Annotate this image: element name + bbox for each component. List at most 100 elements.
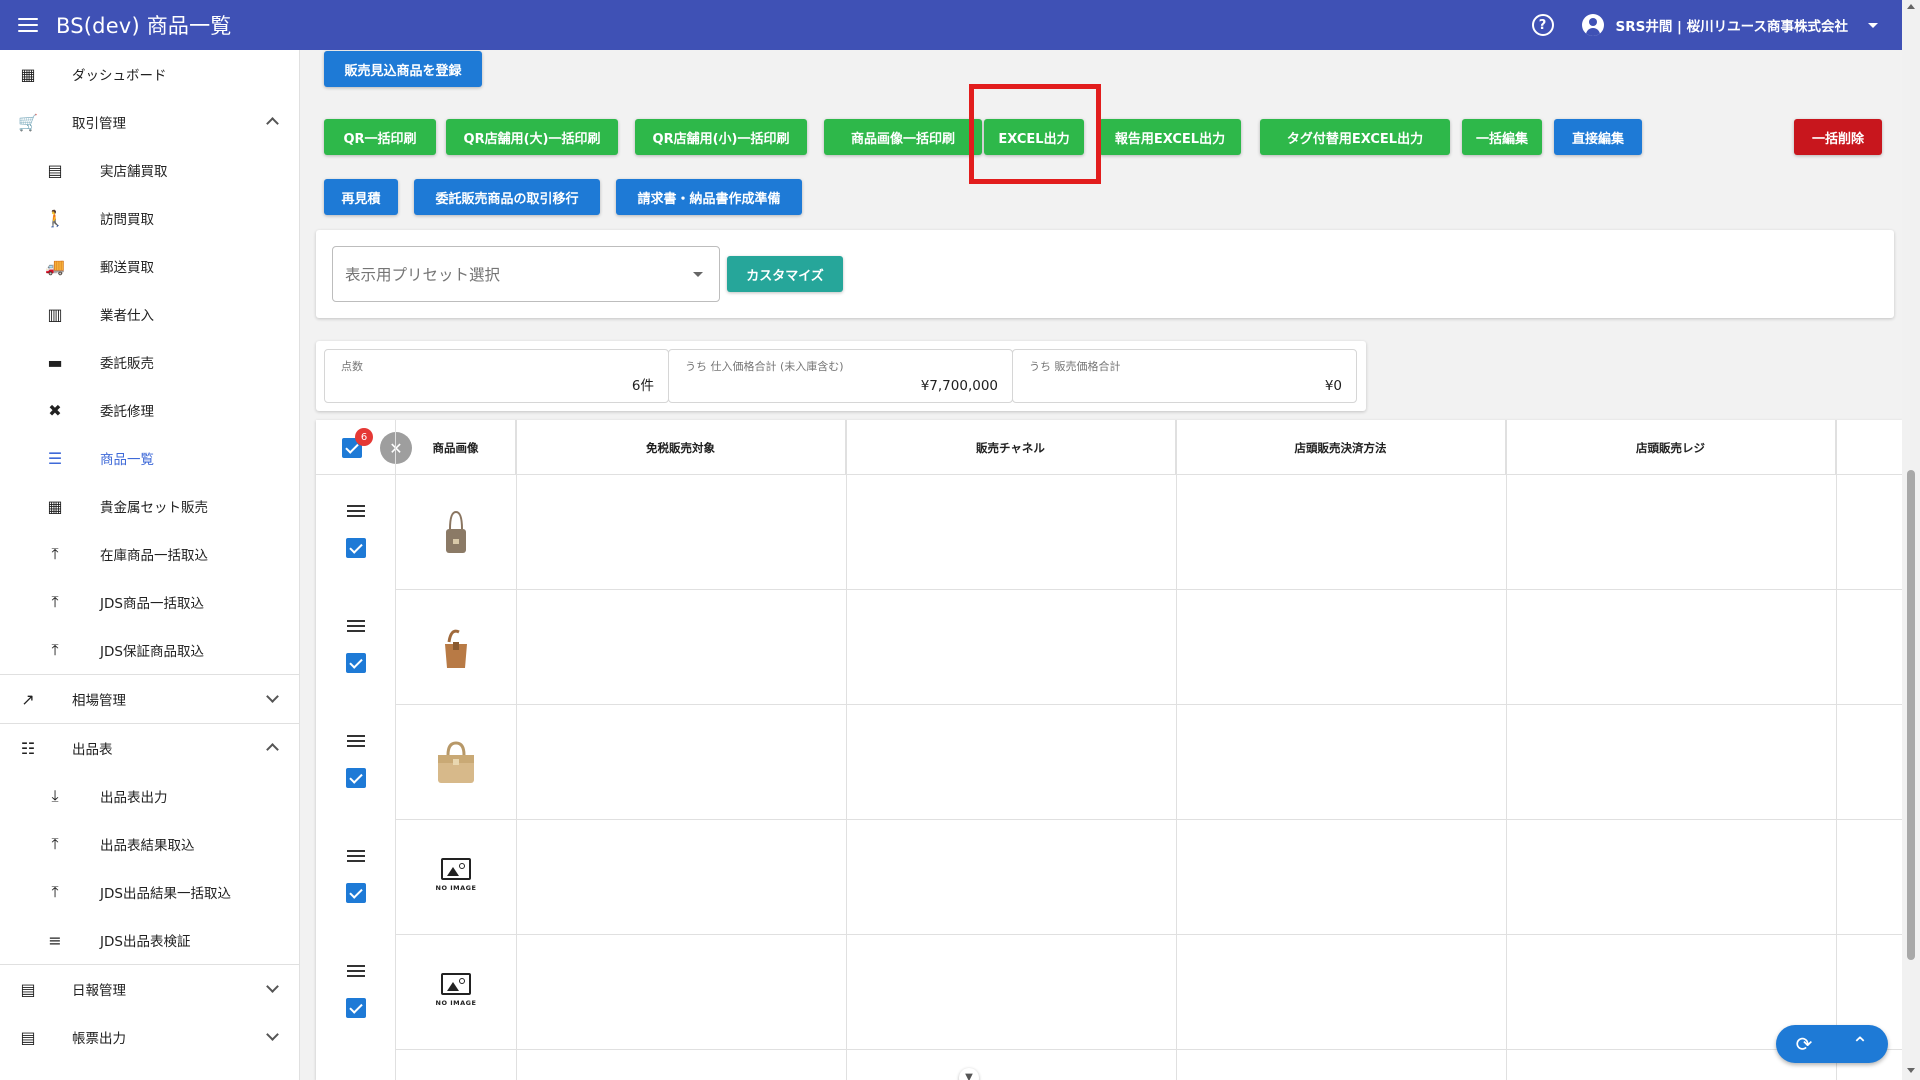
sidebar-item-4[interactable]: 🚚 郵送買取 xyxy=(0,242,299,290)
checklist-icon: ≡ xyxy=(48,930,62,950)
sidebar-item-0[interactable]: ▦ ダッシュボード xyxy=(0,50,299,98)
sidebar-item-20[interactable]: ▤ 帳票出力 xyxy=(0,1013,299,1061)
register-forecast-button[interactable]: 販売見込商品を登録 xyxy=(324,51,482,87)
sidebar-item-3[interactable]: 🚶 訪問買取 xyxy=(0,194,299,242)
drag-handle-icon[interactable] xyxy=(347,965,365,977)
page-title: BS(dev) 商品一覧 xyxy=(56,14,232,38)
page-scrollbar[interactable] xyxy=(1902,0,1920,1080)
hamburger-icon xyxy=(18,18,38,32)
chevron-down-icon[interactable] xyxy=(266,1028,279,1041)
sidebar-item-2[interactable]: ▤ 実店舗買取 xyxy=(0,146,299,194)
table-row[interactable]: NO IMAGE xyxy=(316,820,1902,934)
chevron-down-icon[interactable] xyxy=(266,690,279,703)
sidebar-item-17[interactable]: ⤒ JDS出品結果一括取込 xyxy=(0,868,299,916)
sidebar-item-15[interactable]: ⤓ 出品表出力 xyxy=(0,772,299,820)
sidebar-item-19[interactable]: ▤ 日報管理 xyxy=(0,965,299,1013)
sidebar-item-label: 委託販売 xyxy=(100,356,154,372)
chevron-up-icon[interactable] xyxy=(266,117,279,130)
drag-handle-icon[interactable] xyxy=(347,505,365,517)
upload-icon: ⤒ xyxy=(51,592,59,611)
sidebar-item-16[interactable]: ⤒ 出品表結果取込 xyxy=(0,820,299,868)
sidebar-item-label: 出品表 xyxy=(72,742,113,758)
product-thumbnail[interactable] xyxy=(434,507,478,557)
sidebar-item-8[interactable]: ☰ 商品一覧 xyxy=(0,434,299,482)
table-row[interactable]: NO IMAGE xyxy=(316,935,1902,1049)
sidebar-item-6[interactable]: ▬ 委託販売 xyxy=(0,338,299,386)
drag-handle-icon[interactable] xyxy=(347,735,365,747)
sidebar-item-5[interactable]: ▥ 業者仕入 xyxy=(0,290,299,338)
account-menu-caret-icon[interactable] xyxy=(1868,22,1878,28)
toolbar-button-1[interactable]: QR店舗用(大)一括印刷 xyxy=(446,119,618,155)
stat-label: 点数 xyxy=(341,360,363,373)
sidebar-item-13[interactable]: ↗ 相場管理 xyxy=(0,675,299,723)
upload-icon: ⤒ xyxy=(51,882,59,901)
column-header-2[interactable]: 販売チャネル xyxy=(846,420,1176,475)
sidebar-item-9[interactable]: ▦ 貴金属セット販売 xyxy=(0,482,299,530)
document-icon: ▤ xyxy=(20,979,36,999)
stat-label: うち 仕入価格合計 (未入庫含む) xyxy=(685,360,844,373)
customize-button[interactable]: カスタマイズ xyxy=(727,256,843,292)
column-header-4[interactable]: 店頭販売レジ xyxy=(1506,420,1836,475)
account-icon[interactable] xyxy=(1581,14,1604,36)
sidebar-item-10[interactable]: ⤒ 在庫商品一括取込 xyxy=(0,530,299,578)
sidebar-item-18[interactable]: ≡ JDS出品表検証 xyxy=(0,916,299,964)
row-checkbox[interactable] xyxy=(346,653,366,673)
consign-icon: ▬ xyxy=(47,352,63,372)
sidebar-item-12[interactable]: ⤒ JDS保証商品取込 xyxy=(0,626,299,674)
row-checkbox[interactable] xyxy=(346,538,366,558)
sidebar-item-14[interactable]: ☷ 出品表 xyxy=(0,724,299,772)
toolbar-button-3[interactable]: 商品画像一括印刷 xyxy=(824,119,982,155)
list-icon: ☰ xyxy=(47,448,63,468)
sidebar-item-1[interactable]: 🛒 取引管理 xyxy=(0,98,299,146)
toolbar-button-7[interactable]: 一括編集 xyxy=(1462,119,1542,155)
chevron-up-icon[interactable] xyxy=(266,743,279,756)
product-thumbnail[interactable] xyxy=(434,737,478,787)
expand-more-icon[interactable]: ▼ xyxy=(959,1068,979,1080)
scroll-down-icon[interactable] xyxy=(1907,1068,1915,1073)
table-row[interactable] xyxy=(316,705,1902,819)
toolbar-button-0[interactable]: QR一括印刷 xyxy=(324,119,436,155)
product-thumbnail[interactable] xyxy=(434,622,478,672)
drag-handle-icon[interactable] xyxy=(347,850,365,862)
clear-selection-icon[interactable]: ✕ xyxy=(380,432,412,464)
scroll-up-icon[interactable] xyxy=(1907,4,1915,9)
scroll-thumb[interactable] xyxy=(1907,470,1915,960)
scroll-top-icon[interactable]: ⌃ xyxy=(1852,1032,1869,1056)
toolbar-button-row2-2[interactable]: 請求書・納品書作成準備 xyxy=(616,179,802,215)
account-name[interactable]: SRS井間 | 桜川リユース商事株式会社 xyxy=(1616,15,1849,35)
row-checkbox[interactable] xyxy=(346,883,366,903)
table-row[interactable] xyxy=(316,475,1902,589)
upload-icon: ⤒ xyxy=(51,640,59,659)
sidebar-item-7[interactable]: ✖ 委託修理 xyxy=(0,386,299,434)
summary-stat-0: 点数 6件 xyxy=(324,349,669,403)
sidebar-item-11[interactable]: ⤒ JDS商品一括取込 xyxy=(0,578,299,626)
column-header-0[interactable]: 商品画像 xyxy=(396,420,516,475)
product-table: 商品画像 免税販売対象 販売チャネル 店頭販売決済方法 店頭販売レジ 6 ✕ NO IMAGE… xyxy=(316,420,1902,1080)
no-image-icon[interactable]: NO IMAGE xyxy=(434,973,478,1007)
column-header-3[interactable]: 店頭販売決済方法 xyxy=(1176,420,1506,475)
preset-select[interactable]: 表示用プリセット選択 xyxy=(332,246,720,302)
toolbar-button-row2-1[interactable]: 委託販売商品の取引移行 xyxy=(414,179,600,215)
column-header-1[interactable]: 免税販売対象 xyxy=(516,420,846,475)
sidebar-item-label: 貴金属セット販売 xyxy=(100,500,208,516)
toolbar-button-8[interactable]: 直接編集 xyxy=(1554,119,1642,155)
drag-handle-icon[interactable] xyxy=(347,620,365,632)
toolbar-button-6[interactable]: タグ付替用EXCEL出力 xyxy=(1260,119,1450,155)
refresh-icon[interactable]: ⟳ xyxy=(1796,1032,1813,1056)
menu-button[interactable] xyxy=(0,0,56,50)
toolbar-button-2[interactable]: QR店舗用(小)一括印刷 xyxy=(635,119,807,155)
stat-value: 6件 xyxy=(631,378,654,394)
toolbar-button-row2-0[interactable]: 再見積 xyxy=(324,179,398,215)
table-row[interactable] xyxy=(316,590,1902,704)
row-checkbox[interactable] xyxy=(346,768,366,788)
floating-actions: ⟳ ⌃ xyxy=(1776,1025,1888,1063)
row-checkbox[interactable] xyxy=(346,998,366,1018)
toolbar-button-9[interactable]: 一括削除 xyxy=(1794,119,1882,155)
chevron-down-icon[interactable] xyxy=(266,980,279,993)
toolbar-button-5[interactable]: 報告用EXCEL出力 xyxy=(1099,119,1241,155)
sidebar-item-label: JDS出品表検証 xyxy=(100,934,191,950)
listalt-icon: ☷ xyxy=(20,738,36,758)
truck-icon: 🚚 xyxy=(45,256,65,276)
help-icon[interactable]: ? xyxy=(1531,14,1554,36)
no-image-icon[interactable]: NO IMAGE xyxy=(434,858,478,892)
